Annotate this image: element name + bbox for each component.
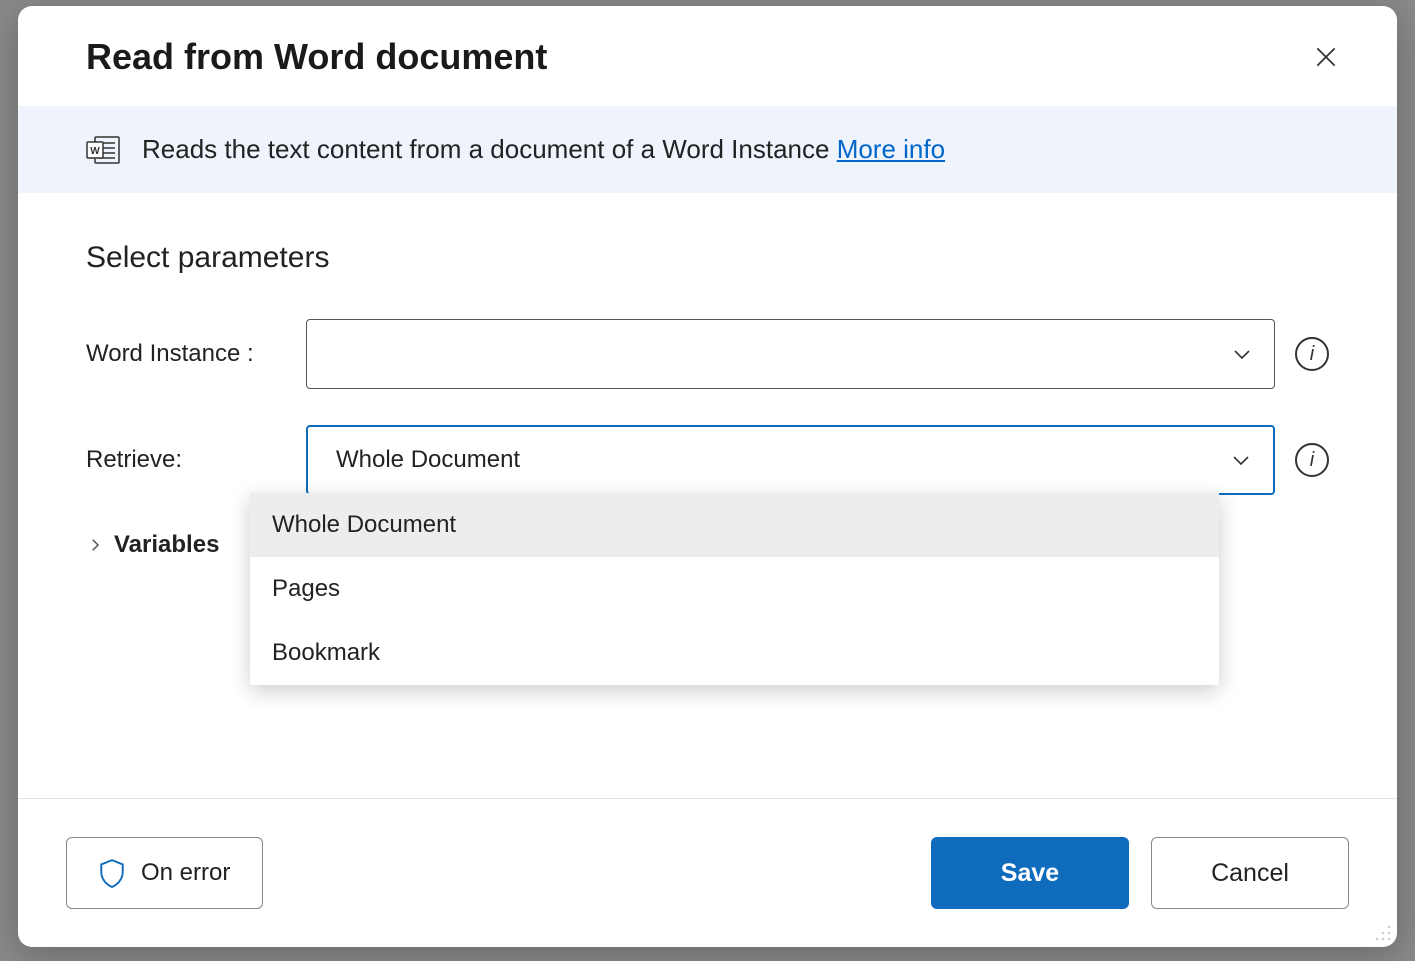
dropdown-option-bookmark[interactable]: Bookmark: [250, 621, 1219, 685]
info-description: Reads the text content from a document o…: [142, 134, 837, 164]
on-error-button[interactable]: On error: [66, 837, 263, 909]
retrieve-select-wrap: Whole Document Whole Document Pages Book…: [306, 425, 1275, 495]
word-document-icon: W: [86, 136, 120, 164]
dialog-title: Read from Word document: [86, 36, 547, 78]
more-info-link[interactable]: More info: [837, 134, 945, 164]
dropdown-option-pages[interactable]: Pages: [250, 557, 1219, 621]
dropdown-option-whole-document[interactable]: Whole Document: [250, 493, 1219, 557]
dialog-body: Select parameters Word Instance : i Retr…: [18, 193, 1397, 798]
info-text: Reads the text content from a document o…: [142, 134, 945, 165]
retrieve-label: Retrieve:: [86, 446, 286, 474]
info-icon: i: [1310, 449, 1314, 472]
close-button[interactable]: [1307, 38, 1345, 76]
shield-icon: [99, 858, 125, 888]
word-instance-info-button[interactable]: i: [1295, 337, 1329, 371]
dialog: Read from Word document W Reads the text…: [18, 6, 1397, 947]
save-button[interactable]: Save: [931, 837, 1129, 909]
section-heading: Select parameters: [86, 241, 1329, 275]
footer-buttons: Save Cancel: [931, 837, 1349, 909]
info-banner: W Reads the text content from a document…: [18, 106, 1397, 193]
dialog-footer: On error Save Cancel: [18, 798, 1397, 947]
retrieve-info-button[interactable]: i: [1295, 443, 1329, 477]
info-icon: i: [1310, 343, 1314, 366]
chevron-down-icon: [1230, 342, 1254, 366]
retrieve-dropdown-list: Whole Document Pages Bookmark: [250, 493, 1219, 685]
word-instance-label: Word Instance :: [86, 340, 286, 368]
on-error-label: On error: [141, 859, 230, 887]
cancel-button[interactable]: Cancel: [1151, 837, 1349, 909]
close-icon: [1313, 44, 1339, 70]
svg-text:W: W: [90, 146, 100, 157]
retrieve-select[interactable]: Whole Document: [306, 425, 1275, 495]
word-instance-select-wrap: [306, 319, 1275, 389]
word-instance-select[interactable]: [306, 319, 1275, 389]
retrieve-value: Whole Document: [336, 446, 520, 474]
param-row-word-instance: Word Instance : i: [86, 319, 1329, 389]
resize-grip-icon[interactable]: [1373, 923, 1393, 943]
chevron-right-icon: [86, 536, 104, 554]
param-row-retrieve: Retrieve: Whole Document Whole Document …: [86, 425, 1329, 495]
dialog-header: Read from Word document: [18, 6, 1397, 106]
variables-label: Variables: [114, 531, 219, 559]
chevron-down-icon: [1229, 448, 1253, 472]
